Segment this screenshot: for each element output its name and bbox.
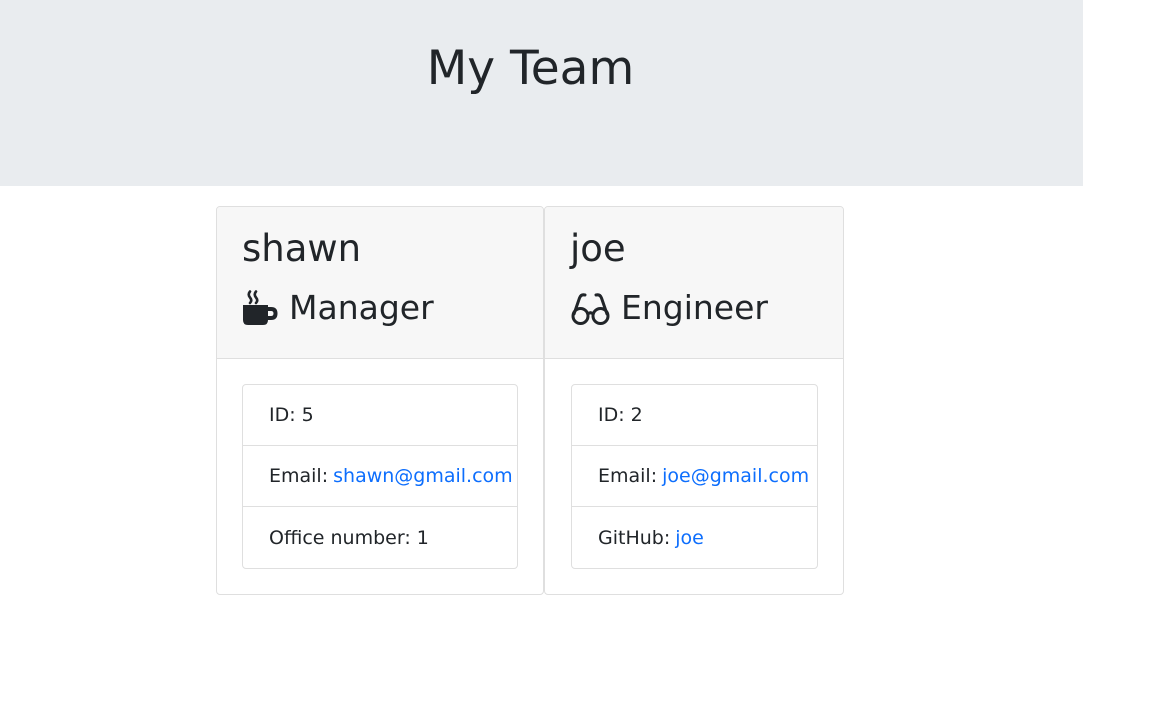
card-header: joe Engineer — [545, 207, 843, 359]
page-header: My Team — [0, 0, 1083, 186]
email-label: Email: — [269, 465, 329, 487]
email-link[interactable]: joe@gmail.com — [662, 465, 809, 487]
email-label: Email: — [598, 465, 658, 487]
list-item-id: ID: 2 — [572, 385, 817, 446]
list-item-office: Office number: 1 — [243, 507, 517, 568]
employee-role-label: Engineer — [621, 288, 768, 327]
employee-card-engineer: joe Engineer ID: 2 Email: joe@gmail.com … — [544, 206, 844, 595]
employee-id: ID: 5 — [269, 404, 314, 426]
employee-role: Manager — [242, 287, 434, 329]
list-item-email: Email: shawn@gmail.com — [243, 446, 517, 507]
employee-role: Engineer — [570, 287, 768, 329]
employee-details: ID: 5 Email: shawn@gmail.com Office numb… — [242, 384, 518, 569]
employee-name: joe — [570, 227, 626, 270]
github-label: GitHub: — [598, 526, 671, 549]
employee-role-label: Manager — [289, 288, 434, 327]
email-link[interactable]: shawn@gmail.com — [333, 465, 513, 487]
employee-details: ID: 2 Email: joe@gmail.com GitHub: joe — [571, 384, 818, 569]
coffee-mug-icon — [242, 290, 289, 326]
card-header: shawn Manager — [217, 207, 543, 359]
office-number: Office number: 1 — [269, 526, 429, 549]
employee-id: ID: 2 — [598, 404, 643, 426]
list-item-email: Email: joe@gmail.com — [572, 446, 817, 507]
list-item-github: GitHub: joe — [572, 507, 817, 568]
page-title: My Team — [426, 41, 635, 96]
employee-card-manager: shawn Manager ID: 5 Email: shawn@gmail.c… — [216, 206, 544, 595]
employee-name: shawn — [242, 227, 362, 270]
github-link[interactable]: joe — [675, 527, 704, 549]
glasses-icon — [570, 290, 621, 326]
list-item-id: ID: 5 — [243, 385, 517, 446]
